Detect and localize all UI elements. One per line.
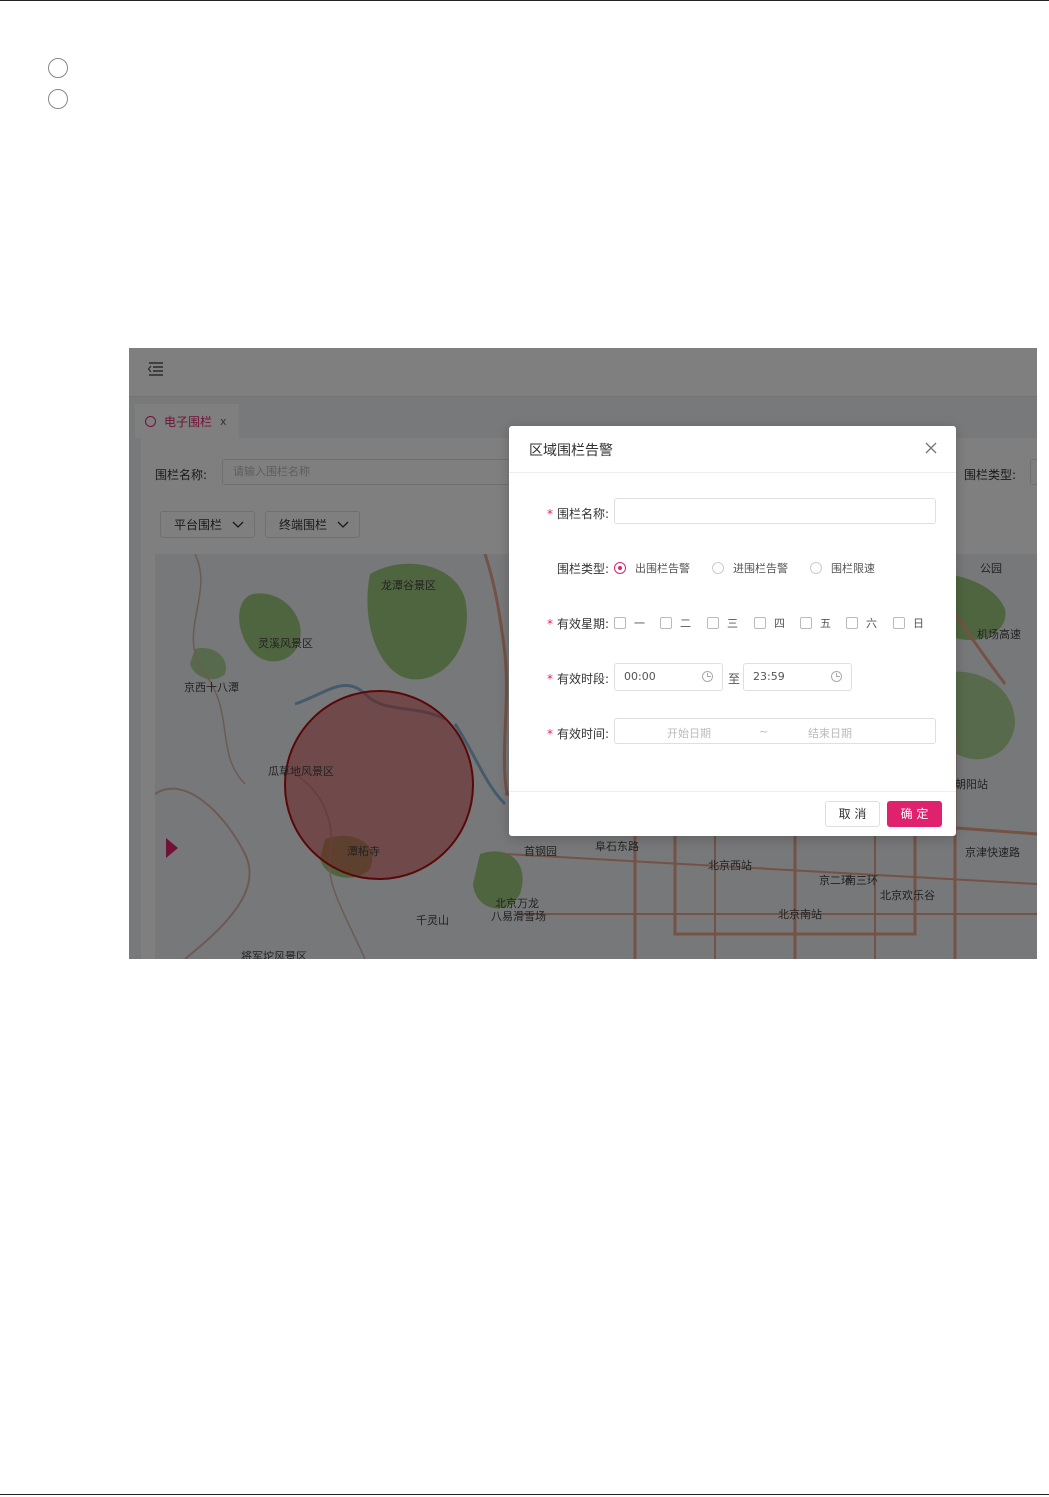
weekday-checkbox[interactable]: 一 — [614, 615, 645, 631]
start-date-placeholder: 开始日期 — [667, 727, 711, 740]
end-date-placeholder: 结束日期 — [808, 727, 852, 740]
app-screenshot: 电子围栏 x 围栏名称: 请输入围栏名称 围栏类型: 平台围栏 终端围栏 — [129, 348, 1037, 959]
dialog-title: 区域围栏告警 — [529, 443, 613, 459]
period-to-label: 至 — [728, 672, 741, 686]
bullet-circle-2 — [48, 89, 68, 109]
clock-icon — [831, 671, 842, 682]
bullet-circle-1 — [48, 58, 68, 78]
fence-alarm-dialog: 区域围栏告警 * 围栏名称: 围栏类型: 出围栏告警 进围栏告警 围栏限速 * 有效… — [509, 426, 956, 836]
date-range-separator: ~ — [759, 725, 769, 738]
dialog-header-divider — [509, 472, 956, 473]
weekdays-label: * 有效星期: — [546, 617, 609, 631]
close-icon[interactable] — [923, 440, 939, 456]
fence-type-label: 围栏类型: — [556, 562, 609, 576]
cancel-button[interactable]: 取 消 — [825, 801, 880, 827]
fence-name-label: * 围栏名称: — [546, 507, 609, 521]
period-label: * 有效时段: — [546, 672, 609, 686]
weekday-checkbox[interactable]: 六 — [846, 615, 877, 631]
weekday-checkbox[interactable]: 五 — [800, 615, 831, 631]
weekday-checkbox[interactable]: 三 — [707, 615, 738, 631]
fence-name-input[interactable] — [614, 498, 936, 524]
period-start-input[interactable]: 00:00 — [614, 663, 723, 691]
page-bottom-rule — [0, 1494, 1049, 1495]
radio-exit-fence-alarm[interactable]: 出围栏告警 — [614, 560, 690, 576]
weekday-checkbox[interactable]: 二 — [660, 615, 691, 631]
clock-icon — [702, 671, 713, 682]
weekday-checkbox[interactable]: 四 — [754, 615, 785, 631]
confirm-button[interactable]: 确 定 — [887, 801, 942, 827]
page-top-rule — [0, 0, 1049, 1]
radio-fence-speed-limit[interactable]: 围栏限速 — [810, 560, 875, 576]
dialog-footer-divider — [509, 791, 956, 792]
valid-time-label: * 有效时间: — [546, 727, 609, 741]
period-end-input[interactable]: 23:59 — [743, 663, 852, 691]
radio-enter-fence-alarm[interactable]: 进围栏告警 — [712, 560, 788, 576]
valid-date-range-picker[interactable]: 开始日期 ~ 结束日期 — [614, 718, 936, 744]
weekday-checkbox[interactable]: 日 — [893, 615, 924, 631]
